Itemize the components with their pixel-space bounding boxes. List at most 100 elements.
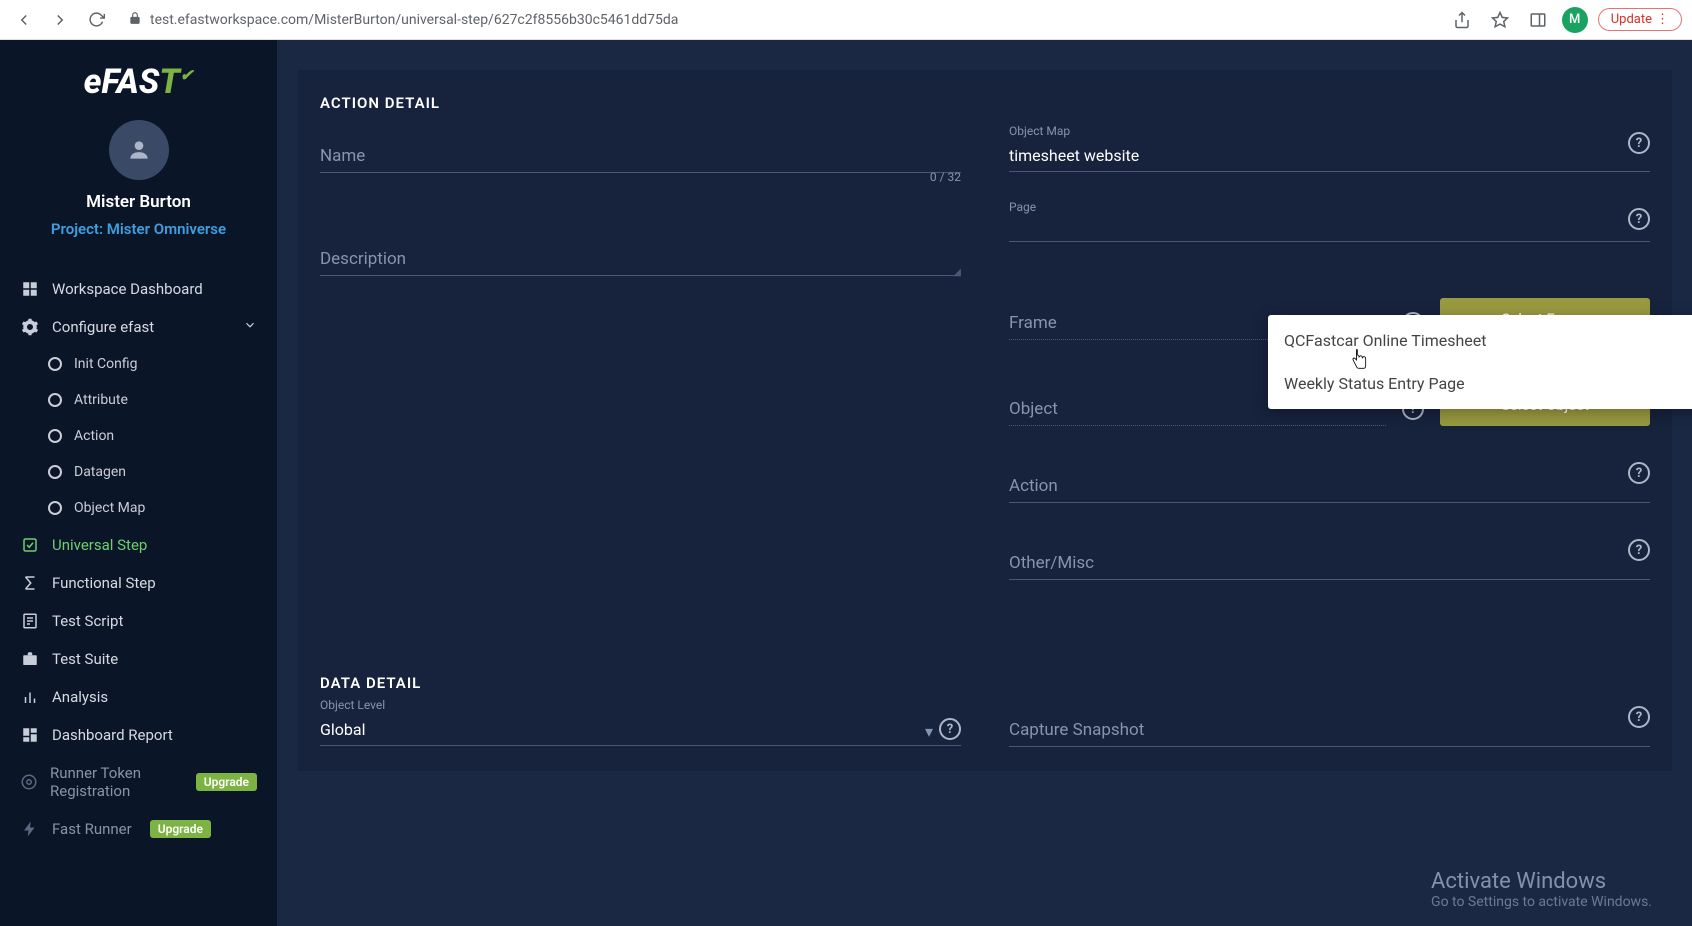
action-label[interactable]: Action xyxy=(1009,470,1650,503)
object-map-input[interactable] xyxy=(1009,140,1650,172)
report-icon xyxy=(20,726,40,744)
share-icon[interactable] xyxy=(1448,6,1476,34)
upgrade-badge[interactable]: Upgrade xyxy=(196,773,257,791)
chart-icon xyxy=(20,688,40,706)
sidebar-item-analysis[interactable]: Analysis xyxy=(0,678,277,716)
sidebar-label: Attribute xyxy=(74,392,128,408)
profile-avatar-chrome[interactable]: M xyxy=(1562,7,1588,33)
radio-icon xyxy=(48,501,62,515)
page-select[interactable] xyxy=(1009,216,1650,242)
upgrade-badge[interactable]: Upgrade xyxy=(150,820,211,838)
help-icon[interactable]: ? xyxy=(1628,706,1650,728)
object-map-label: Object Map xyxy=(1009,124,1070,138)
dropdown-option-weekly-status[interactable]: Weekly Status Entry Page xyxy=(1268,362,1692,405)
forward-button[interactable] xyxy=(46,6,74,34)
sidebar-item-init-config[interactable]: Init Config xyxy=(0,346,277,382)
description-label[interactable]: Description xyxy=(320,243,961,276)
sidebar-item-fast-runner[interactable]: Fast Runner Upgrade xyxy=(0,810,277,848)
project-name[interactable]: Project: Mister Omniverse xyxy=(0,220,277,238)
update-button[interactable]: Update ⋮ xyxy=(1598,8,1682,31)
watermark-subtitle: Go to Settings to activate Windows. xyxy=(1431,894,1652,910)
page-dropdown-menu: QCFastcar Online Timesheet Weekly Status… xyxy=(1268,315,1692,409)
back-button[interactable] xyxy=(10,6,38,34)
star-icon[interactable] xyxy=(1486,6,1514,34)
sidebar: eFAST✔ Mister Burton Project: Mister Omn… xyxy=(0,40,278,926)
sidebar-item-configure[interactable]: Configure efast xyxy=(0,308,277,346)
panel-icon[interactable] xyxy=(1524,6,1552,34)
address-bar[interactable]: test.efastworkspace.com/MisterBurton/uni… xyxy=(118,5,1440,35)
sidebar-label: Functional Step xyxy=(52,574,156,592)
dropdown-option-qcfastcar[interactable]: QCFastcar Online Timesheet xyxy=(1268,319,1692,362)
summation-icon xyxy=(20,574,40,592)
sidebar-label: Dashboard Report xyxy=(52,726,173,744)
sidebar-item-test-suite[interactable]: Test Suite xyxy=(0,640,277,678)
watermark-title: Activate Windows xyxy=(1431,869,1652,894)
logo-part1: eFAS xyxy=(84,62,160,102)
sidebar-label: Runner Token Registration xyxy=(50,764,178,800)
action-detail-panel: ACTION DETAIL Name 0 / 32 Description ◢ xyxy=(298,70,1672,771)
description-field: Description ◢ xyxy=(320,243,961,276)
sidebar-label: Universal Step xyxy=(52,536,147,554)
script-icon xyxy=(20,612,40,630)
radio-icon xyxy=(48,357,62,371)
sidebar-label: Action xyxy=(74,428,114,444)
section-title-action: ACTION DETAIL xyxy=(320,94,1650,112)
lock-icon xyxy=(128,10,142,29)
other-misc-label[interactable]: Other/Misc xyxy=(1009,547,1650,580)
other-misc-field: Other/Misc ? xyxy=(1009,547,1650,580)
name-label[interactable]: Name xyxy=(320,140,961,173)
sidebar-item-dashboard-report[interactable]: Dashboard Report xyxy=(0,716,277,754)
help-icon[interactable]: ? xyxy=(1628,208,1650,230)
sidebar-label: Fast Runner xyxy=(52,820,132,838)
sidebar-item-object-map[interactable]: Object Map xyxy=(0,490,277,526)
sidebar-item-datagen[interactable]: Datagen xyxy=(0,454,277,490)
help-icon[interactable]: ? xyxy=(1628,462,1650,484)
sidebar-label: Datagen xyxy=(74,464,126,480)
chevron-down-icon xyxy=(243,318,257,336)
caret-down-icon: ▾ xyxy=(925,722,933,741)
logo: eFAST✔ xyxy=(0,52,277,106)
update-label: Update xyxy=(1611,12,1652,27)
gear-icon xyxy=(20,318,40,336)
sidebar-item-test-script[interactable]: Test Script xyxy=(0,602,277,640)
object-level-select[interactable]: Global xyxy=(320,714,961,746)
help-icon[interactable]: ? xyxy=(1628,539,1650,561)
name-counter: 0 / 32 xyxy=(930,170,961,184)
help-icon[interactable]: ? xyxy=(939,718,961,740)
browser-toolbar: test.efastworkspace.com/MisterBurton/uni… xyxy=(0,0,1692,40)
sidebar-label: Configure efast xyxy=(52,318,154,336)
sidebar-item-workspace-dashboard[interactable]: Workspace Dashboard xyxy=(0,270,277,308)
radio-icon xyxy=(48,465,62,479)
sidebar-label: Object Map xyxy=(74,500,145,516)
logo-accent-icon: ✔ xyxy=(180,66,193,85)
sidebar-item-functional-step[interactable]: Functional Step xyxy=(0,564,277,602)
logo-part2: T xyxy=(159,62,180,102)
sidebar-item-action[interactable]: Action xyxy=(0,418,277,454)
capture-snapshot-field: Capture Snapshot ? xyxy=(1009,714,1650,747)
sidebar-label: Test Script xyxy=(52,612,123,630)
profile-block: Mister Burton Project: Mister Omniverse xyxy=(0,106,277,248)
app-root: eFAST✔ Mister Burton Project: Mister Omn… xyxy=(0,40,1692,926)
main-content: ACTION DETAIL Name 0 / 32 Description ◢ xyxy=(278,40,1692,926)
sidebar-item-universal-step[interactable]: Universal Step xyxy=(0,526,277,564)
sidebar-item-runner-token[interactable]: Runner Token Registration Upgrade xyxy=(0,754,277,810)
more-icon: ⋮ xyxy=(1656,12,1669,27)
help-icon[interactable]: ? xyxy=(1628,132,1650,154)
capture-snapshot-label[interactable]: Capture Snapshot xyxy=(1009,714,1650,747)
user-avatar-icon[interactable] xyxy=(109,120,169,180)
sidebar-label: Test Suite xyxy=(52,650,118,668)
page-label: Page xyxy=(1009,200,1036,214)
resize-handle-icon[interactable]: ◢ xyxy=(953,267,961,278)
step-icon xyxy=(20,536,40,554)
sidebar-item-attribute[interactable]: Attribute xyxy=(0,382,277,418)
action-field: Action ? xyxy=(1009,470,1650,503)
page-field: Page ? xyxy=(1009,216,1650,242)
object-map-field: Object Map ? xyxy=(1009,140,1650,172)
reload-button[interactable] xyxy=(82,6,110,34)
briefcase-icon xyxy=(20,650,40,668)
sidebar-nav: Workspace Dashboard Configure efast Init… xyxy=(0,270,277,848)
sidebar-label: Workspace Dashboard xyxy=(52,280,203,298)
left-column: Name 0 / 32 Description ◢ xyxy=(320,140,961,624)
profile-name: Mister Burton xyxy=(0,192,277,212)
radio-icon xyxy=(48,429,62,443)
